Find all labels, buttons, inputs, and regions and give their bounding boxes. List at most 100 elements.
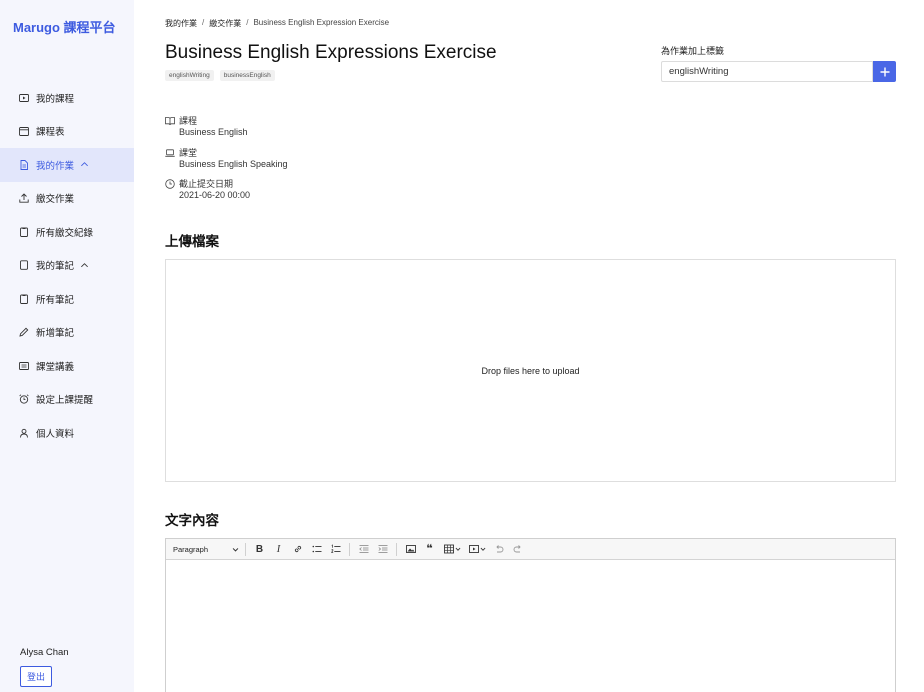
calendar-icon [19,127,29,137]
bulleted-list-icon [312,545,321,553]
chevron-down-icon[interactable] [455,546,461,552]
chevron-down-icon [232,547,239,552]
italic-icon: I [276,543,281,555]
image-icon [405,545,416,553]
insert-table-button[interactable] [441,542,456,557]
sidebar-item-label: 課堂講義 [36,361,75,373]
meta-label: 課程 [179,116,198,126]
text-content-heading: 文字內容 [165,513,219,528]
indent-button[interactable] [375,542,390,557]
user-icon [20,428,28,438]
alarm-clock-icon [19,394,29,404]
sidebar-item-label: 課程表 [36,127,65,139]
logout-button[interactable]: 登出 [20,666,52,687]
paragraph-format-select[interactable]: Paragraph [173,545,241,554]
sidebar-item-my-courses[interactable]: 我的課程 [0,81,134,115]
bold-button[interactable]: B [252,542,267,557]
bold-icon: B [255,543,264,555]
chevron-down-icon[interactable] [480,546,486,552]
undo-icon [495,545,503,553]
clipboard-icon [20,227,28,237]
tag-list: englishWriting businessEnglish [165,70,275,81]
file-text-icon [20,159,28,170]
tag-form-label: 為作業加上標籤 [661,46,725,56]
sidebar-item-handouts[interactable]: 課堂講義 [0,349,134,383]
breadcrumb-separator: / [202,18,205,27]
sidebar-item-my-notes[interactable]: 我的筆記 [0,249,134,283]
dropzone-text: Drop files here to upload [481,365,580,376]
table-icon [443,544,454,554]
laptop-icon [165,149,175,157]
plus-icon [880,67,889,76]
upload-icon [19,193,29,203]
bulleted-list-button[interactable] [309,542,324,557]
redo-icon [513,545,521,553]
sidebar-item-schedule[interactable]: 課程表 [0,115,134,149]
numbered-list-icon [330,544,340,553]
link-button[interactable] [290,542,305,557]
sidebar-item-submit-assignment[interactable]: 繳交作業 [0,182,134,216]
meta-value: Business English [179,127,248,137]
page-title: Business English Expressions Exercise [165,42,497,63]
toolbar-divider [245,542,246,556]
sidebar-nav: 我的課程 課程表 我的作業 繳交作業 所有繳交紀錄 我的筆記 所有筆記 新增筆記… [0,81,134,450]
chevron-up-icon[interactable] [80,261,89,270]
tag-chip[interactable]: englishWriting [165,70,214,81]
sidebar-item-label: 我的課程 [36,93,75,105]
sidebar-item-label: 設定上課提醒 [36,395,94,407]
breadcrumb-item[interactable]: 我的作業 [165,18,197,29]
paragraph-format-value: Paragraph [173,544,209,554]
sidebar-item-label: 我的作業 [36,160,75,172]
breadcrumb-separator: / [246,18,249,27]
book-open-icon [165,117,175,126]
sidebar-item-label: 所有筆記 [36,294,75,306]
sidebar-item-submission-records[interactable]: 所有繳交紀錄 [0,215,134,249]
numbered-list-button[interactable] [328,542,343,557]
sidebar: Marugo 課程平台 我的課程 課程表 我的作業 繳交作業 所有繳交紀錄 我的… [0,0,134,692]
upload-heading: 上傳檔案 [165,234,219,249]
pencil-icon [19,327,29,337]
sidebar-item-label: 新增筆記 [36,328,75,340]
breadcrumb-item[interactable]: 繳交作業 [209,18,241,29]
chevron-up-icon[interactable] [80,160,89,169]
clock-icon [165,179,175,189]
file-dropzone[interactable]: Drop files here to upload [165,259,896,482]
outdent-button[interactable] [356,542,371,557]
tag-input[interactable] [661,61,873,82]
clipboard-icon [20,294,28,304]
notebook-icon [20,260,28,271]
sidebar-item-profile[interactable]: 個人資料 [0,416,134,450]
brand-logo[interactable]: Marugo 課程平台 [13,17,116,36]
link-icon [294,545,301,553]
sidebar-item-new-note[interactable]: 新增筆記 [0,316,134,350]
editor-content-area[interactable] [166,560,895,692]
sidebar-item-all-notes[interactable]: 所有筆記 [0,282,134,316]
insert-image-button[interactable] [403,542,418,557]
add-tag-button[interactable] [873,61,896,82]
sidebar-item-label: 繳交作業 [36,194,75,206]
undo-button[interactable] [491,542,506,557]
italic-button[interactable]: I [271,542,286,557]
play-square-icon [19,93,29,102]
user-name: Alysa Chan [20,647,69,658]
redo-button[interactable] [510,542,525,557]
toolbar-divider [349,542,350,556]
block-quote-button[interactable]: ❝ [422,542,437,557]
quote-icon: ❝ [426,543,433,555]
sidebar-item-label: 我的筆記 [36,261,75,273]
rich-text-editor: Paragraph B I ❝ [165,538,896,692]
sidebar-item-label: 個人資料 [36,428,75,440]
handout-icon [19,361,29,370]
meta-label: 截止提交日期 [179,179,234,189]
editor-toolbar: Paragraph B I ❝ [166,539,895,560]
tag-chip[interactable]: businessEnglish [219,70,275,81]
sidebar-item-my-assignments[interactable]: 我的作業 [0,148,134,182]
insert-media-button[interactable] [466,542,481,557]
meta-value: Business English Speaking [179,159,288,169]
breadcrumb-current: Business English Expression Exercise [253,18,390,27]
toolbar-divider [396,542,397,556]
media-icon [468,545,479,553]
sidebar-item-class-reminder[interactable]: 設定上課提醒 [0,383,134,417]
indent-icon [378,545,387,553]
meta-label: 課堂 [179,148,198,158]
